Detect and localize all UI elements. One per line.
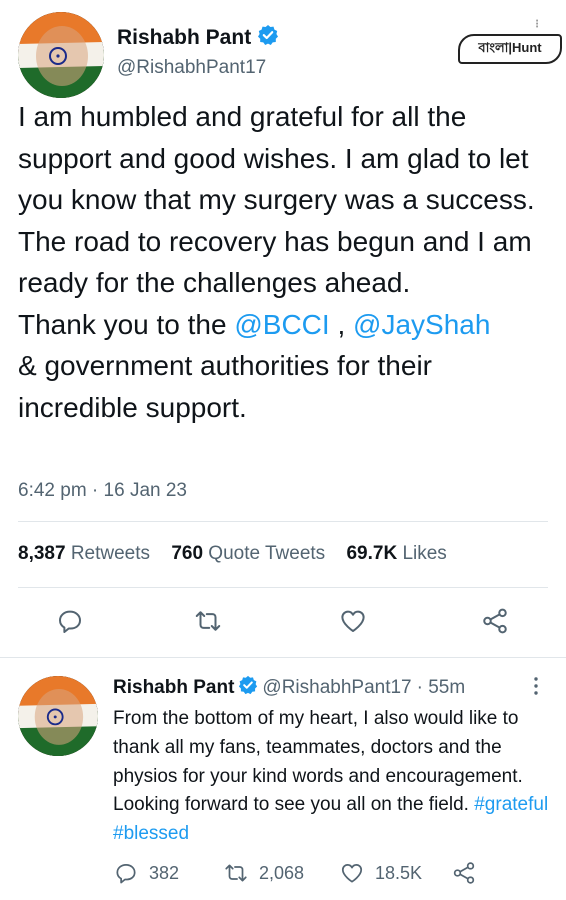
retweet-icon [225,864,247,882]
retweets-stat[interactable]: 8,387 Retweets [18,543,150,564]
divider [18,521,548,522]
share-icon[interactable] [480,606,510,636]
author-name[interactable]: Rishabh Pant [117,26,251,50]
reply-icon [116,864,136,884]
like-icon[interactable] [338,606,368,636]
hashtag-blessed-link[interactable]: #blessed [113,823,189,844]
tweet-timestamp[interactable]: 6:42 pm · 16 Jan 23 [18,480,187,502]
reply-retweets-count: 2,068 [259,862,305,883]
quote-tweets-stat[interactable]: 760 Quote Tweets [171,543,325,564]
tweet-text-govt: & government authorities for their incre… [18,350,432,423]
reply-retweet-button[interactable]: 2,068 [223,860,304,886]
reply-tweet-text: From the bottom of my heart, I also woul… [113,705,558,849]
reply-replies-count: 382 [149,862,180,883]
mention-bcci-link[interactable]: @BCCI [234,309,329,340]
verified-badge-icon [257,24,279,52]
author-name-row: Rishabh Pant [117,24,279,52]
tweet-text-comma: , [329,308,354,340]
reply-author-avatar[interactable] [18,676,98,756]
reply-author-name[interactable]: Rishabh Pant [113,677,234,699]
reply-author-handle[interactable]: @RishabhPant17 [262,677,411,699]
author-avatar[interactable] [18,12,104,98]
quote-tweets-label: Quote Tweets [208,543,326,564]
reply-like-button[interactable]: 18.5K [339,860,422,886]
author-handle[interactable]: @RishabhPant17 [117,57,266,79]
reply-reply-button[interactable]: 382 [113,860,179,886]
hashtag-grateful-link[interactable]: #grateful [474,794,548,815]
tweet-text-paragraph-1: I am humbled and grateful for all the su… [18,101,535,298]
retweets-count: 8,387 [18,543,66,564]
tweet-action-bar [0,606,566,642]
divider [18,587,548,588]
verified-badge-icon [238,675,258,701]
reply-header: Rishabh Pant @RishabhPant17 · 55m [113,675,465,701]
likes-count: 69.7K [346,543,398,564]
reply-time-ago[interactable]: · 55m [417,677,466,699]
tweet-text: I am humbled and grateful for all the su… [18,96,558,428]
mention-jayshah-link[interactable]: @JayShah [353,309,490,340]
engagement-stats: 8,387 Retweets 760 Quote Tweets 69.7K Li… [18,543,463,565]
tweet-text-paragraph-2: Thank you to the @BCCI , @JayShah & gover… [18,304,558,429]
site-watermark-logo: ⋮ বাংলা|Hunt [458,20,562,64]
reply-text-body: From the bottom of my heart, I also woul… [113,708,523,816]
watermark-dots: ⋮ [532,19,542,30]
retweets-label: Retweets [70,543,151,564]
quote-tweets-count: 760 [171,543,204,564]
likes-label: Likes [402,543,447,564]
reply-share-button[interactable] [451,860,477,886]
reply-likes-count: 18.5K [375,862,423,883]
tweet-separator [0,657,566,658]
likes-stat[interactable]: 69.7K Likes [346,543,446,564]
reply-icon[interactable] [55,606,85,636]
watermark-text: বাংলা|Hunt [478,39,542,55]
tweet-text-thanks: Thank you to the [18,308,235,340]
like-icon [341,864,363,883]
share-icon [453,862,475,884]
more-icon[interactable] [530,674,542,698]
retweet-icon[interactable] [193,606,223,636]
